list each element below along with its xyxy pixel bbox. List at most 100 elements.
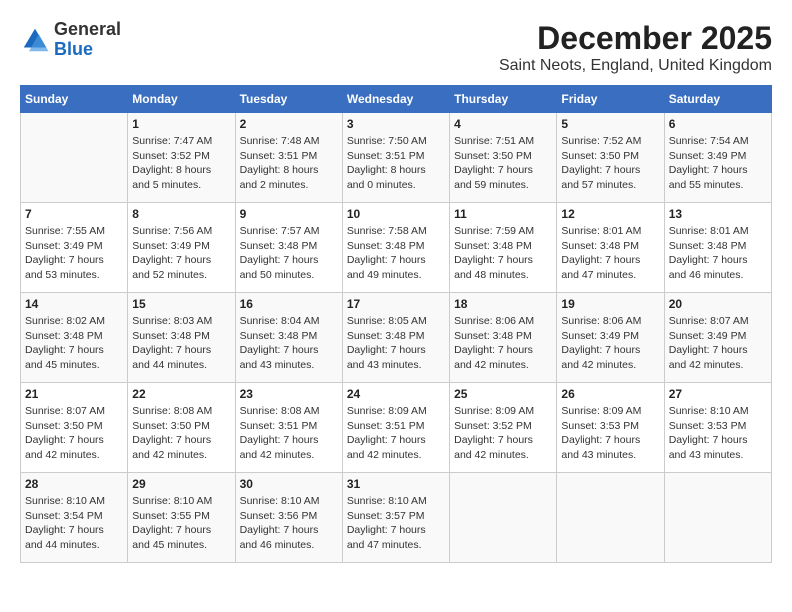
calendar-cell: 10 Sunrise: 7:58 AMSunset: 3:48 PMDayligh…	[342, 203, 449, 293]
day-info: Sunrise: 7:54 AMSunset: 3:49 PMDaylight:…	[669, 134, 767, 193]
calendar-cell: 21Sunrise: 8:07 AMSunset: 3:50 PMDayligh…	[21, 383, 128, 473]
day-info: Sunrise: 7:51 AMSunset: 3:50 PMDaylight:…	[454, 134, 552, 193]
day-info: Sunrise: 8:10 AMSunset: 3:57 PMDaylight:…	[347, 494, 445, 553]
page-subtitle: Saint Neots, England, United Kingdom	[499, 57, 772, 75]
calendar-cell: 25 Sunrise: 8:09 AMSunset: 3:52 PMDayligh…	[450, 383, 557, 473]
calendar-cell: 5 Sunrise: 7:52 AMSunset: 3:50 PMDaylight…	[557, 113, 664, 203]
day-number: 25	[454, 387, 552, 401]
day-info: Sunrise: 7:58 AMSunset: 3:48 PMDaylight:…	[347, 224, 445, 283]
calendar-cell: 27 Sunrise: 8:10 AMSunset: 3:53 PMDayligh…	[664, 383, 771, 473]
day-number: 6	[669, 117, 767, 131]
calendar-header-row: SundayMondayTuesdayWednesdayThursdayFrid…	[21, 86, 772, 113]
calendar-cell: 6 Sunrise: 7:54 AMSunset: 3:49 PMDaylight…	[664, 113, 771, 203]
calendar-cell: 2 Sunrise: 7:48 AMSunset: 3:51 PMDaylight…	[235, 113, 342, 203]
day-info: Sunrise: 8:09 AMSunset: 3:51 PMDaylight:…	[347, 404, 445, 463]
page-title: December 2025	[499, 20, 772, 57]
calendar-cell: 19Sunrise: 8:06 AMSunset: 3:49 PMDayligh…	[557, 293, 664, 383]
day-number: 11	[454, 207, 552, 221]
day-number: 29	[132, 477, 230, 491]
day-number: 7	[25, 207, 123, 221]
calendar-cell: 14 Sunrise: 8:02 AMSunset: 3:48 PMDayligh…	[21, 293, 128, 383]
day-number: 1	[132, 117, 230, 131]
day-number: 10	[347, 207, 445, 221]
day-info: Sunrise: 8:08 AMSunset: 3:51 PMDaylight:…	[240, 404, 338, 463]
day-number: 15	[132, 297, 230, 311]
day-number: 8	[132, 207, 230, 221]
day-number: 27	[669, 387, 767, 401]
logo: General Blue	[20, 20, 121, 60]
day-number: 16	[240, 297, 338, 311]
day-info: Sunrise: 7:59 AMSunset: 3:48 PMDaylight:…	[454, 224, 552, 283]
day-number: 28	[25, 477, 123, 491]
day-info: Sunrise: 7:57 AMSunset: 3:48 PMDaylight:…	[240, 224, 338, 283]
calendar-cell	[557, 473, 664, 563]
title-block: December 2025 Saint Neots, England, Unit…	[499, 20, 772, 75]
day-number: 3	[347, 117, 445, 131]
day-info: Sunrise: 8:06 AMSunset: 3:49 PMDaylight:…	[561, 314, 659, 373]
calendar-cell: 3Sunrise: 7:50 AMSunset: 3:51 PMDaylight…	[342, 113, 449, 203]
day-number: 14	[25, 297, 123, 311]
day-info: Sunrise: 8:06 AMSunset: 3:48 PMDaylight:…	[454, 314, 552, 373]
calendar-week-3: 14 Sunrise: 8:02 AMSunset: 3:48 PMDayligh…	[21, 293, 772, 383]
page-header: General Blue December 2025 Saint Neots, …	[20, 20, 772, 75]
day-info: Sunrise: 7:48 AMSunset: 3:51 PMDaylight:…	[240, 134, 338, 193]
day-number: 26	[561, 387, 659, 401]
calendar-cell: 8 Sunrise: 7:56 AMSunset: 3:49 PMDaylight…	[128, 203, 235, 293]
calendar-cell: 13 Sunrise: 8:01 AMSunset: 3:48 PMDayligh…	[664, 203, 771, 293]
calendar-cell: 20 Sunrise: 8:07 AMSunset: 3:49 PMDayligh…	[664, 293, 771, 383]
header-monday: Monday	[128, 86, 235, 113]
header-wednesday: Wednesday	[342, 86, 449, 113]
calendar-cell: 7 Sunrise: 7:55 AMSunset: 3:49 PMDaylight…	[21, 203, 128, 293]
day-info: Sunrise: 7:55 AMSunset: 3:49 PMDaylight:…	[25, 224, 123, 283]
day-number: 18	[454, 297, 552, 311]
calendar-cell: 17 Sunrise: 8:05 AMSunset: 3:48 PMDayligh…	[342, 293, 449, 383]
day-info: Sunrise: 8:07 AMSunset: 3:49 PMDaylight:…	[669, 314, 767, 373]
logo-icon	[20, 25, 50, 55]
calendar-cell: 30Sunrise: 8:10 AMSunset: 3:56 PMDayligh…	[235, 473, 342, 563]
day-info: Sunrise: 8:04 AMSunset: 3:48 PMDaylight:…	[240, 314, 338, 373]
day-info: Sunrise: 8:01 AMSunset: 3:48 PMDaylight:…	[561, 224, 659, 283]
calendar-cell: 16 Sunrise: 8:04 AMSunset: 3:48 PMDayligh…	[235, 293, 342, 383]
logo-text: General Blue	[54, 20, 121, 60]
day-info: Sunrise: 8:09 AMSunset: 3:53 PMDaylight:…	[561, 404, 659, 463]
header-saturday: Saturday	[664, 86, 771, 113]
day-info: Sunrise: 7:47 AMSunset: 3:52 PMDaylight:…	[132, 134, 230, 193]
calendar-week-5: 28 Sunrise: 8:10 AMSunset: 3:54 PMDayligh…	[21, 473, 772, 563]
day-info: Sunrise: 8:01 AMSunset: 3:48 PMDaylight:…	[669, 224, 767, 283]
day-number: 12	[561, 207, 659, 221]
calendar-cell: 15Sunrise: 8:03 AMSunset: 3:48 PMDayligh…	[128, 293, 235, 383]
calendar-cell: 28 Sunrise: 8:10 AMSunset: 3:54 PMDayligh…	[21, 473, 128, 563]
calendar-week-4: 21Sunrise: 8:07 AMSunset: 3:50 PMDayligh…	[21, 383, 772, 473]
calendar-cell: 23Sunrise: 8:08 AMSunset: 3:51 PMDayligh…	[235, 383, 342, 473]
day-info: Sunrise: 8:05 AMSunset: 3:48 PMDaylight:…	[347, 314, 445, 373]
day-number: 5	[561, 117, 659, 131]
day-number: 2	[240, 117, 338, 131]
day-info: Sunrise: 8:10 AMSunset: 3:53 PMDaylight:…	[669, 404, 767, 463]
calendar-cell: 29 Sunrise: 8:10 AMSunset: 3:55 PMDayligh…	[128, 473, 235, 563]
calendar-cell: 4Sunrise: 7:51 AMSunset: 3:50 PMDaylight…	[450, 113, 557, 203]
day-number: 17	[347, 297, 445, 311]
calendar-cell: 31Sunrise: 8:10 AMSunset: 3:57 PMDayligh…	[342, 473, 449, 563]
calendar-cell: 11 Sunrise: 7:59 AMSunset: 3:48 PMDayligh…	[450, 203, 557, 293]
day-number: 22	[132, 387, 230, 401]
calendar-cell: 18 Sunrise: 8:06 AMSunset: 3:48 PMDayligh…	[450, 293, 557, 383]
day-number: 9	[240, 207, 338, 221]
day-info: Sunrise: 8:10 AMSunset: 3:55 PMDaylight:…	[132, 494, 230, 553]
day-number: 20	[669, 297, 767, 311]
day-info: Sunrise: 8:07 AMSunset: 3:50 PMDaylight:…	[25, 404, 123, 463]
day-info: Sunrise: 8:10 AMSunset: 3:54 PMDaylight:…	[25, 494, 123, 553]
header-friday: Friday	[557, 86, 664, 113]
header-tuesday: Tuesday	[235, 86, 342, 113]
header-sunday: Sunday	[21, 86, 128, 113]
day-number: 24	[347, 387, 445, 401]
day-info: Sunrise: 8:08 AMSunset: 3:50 PMDaylight:…	[132, 404, 230, 463]
day-number: 30	[240, 477, 338, 491]
calendar-cell: 1 Sunrise: 7:47 AMSunset: 3:52 PMDaylight…	[128, 113, 235, 203]
day-info: Sunrise: 7:56 AMSunset: 3:49 PMDaylight:…	[132, 224, 230, 283]
day-info: Sunrise: 8:09 AMSunset: 3:52 PMDaylight:…	[454, 404, 552, 463]
day-info: Sunrise: 7:52 AMSunset: 3:50 PMDaylight:…	[561, 134, 659, 193]
header-thursday: Thursday	[450, 86, 557, 113]
day-number: 13	[669, 207, 767, 221]
calendar-cell: 12 Sunrise: 8:01 AMSunset: 3:48 PMDayligh…	[557, 203, 664, 293]
day-info: Sunrise: 8:02 AMSunset: 3:48 PMDaylight:…	[25, 314, 123, 373]
